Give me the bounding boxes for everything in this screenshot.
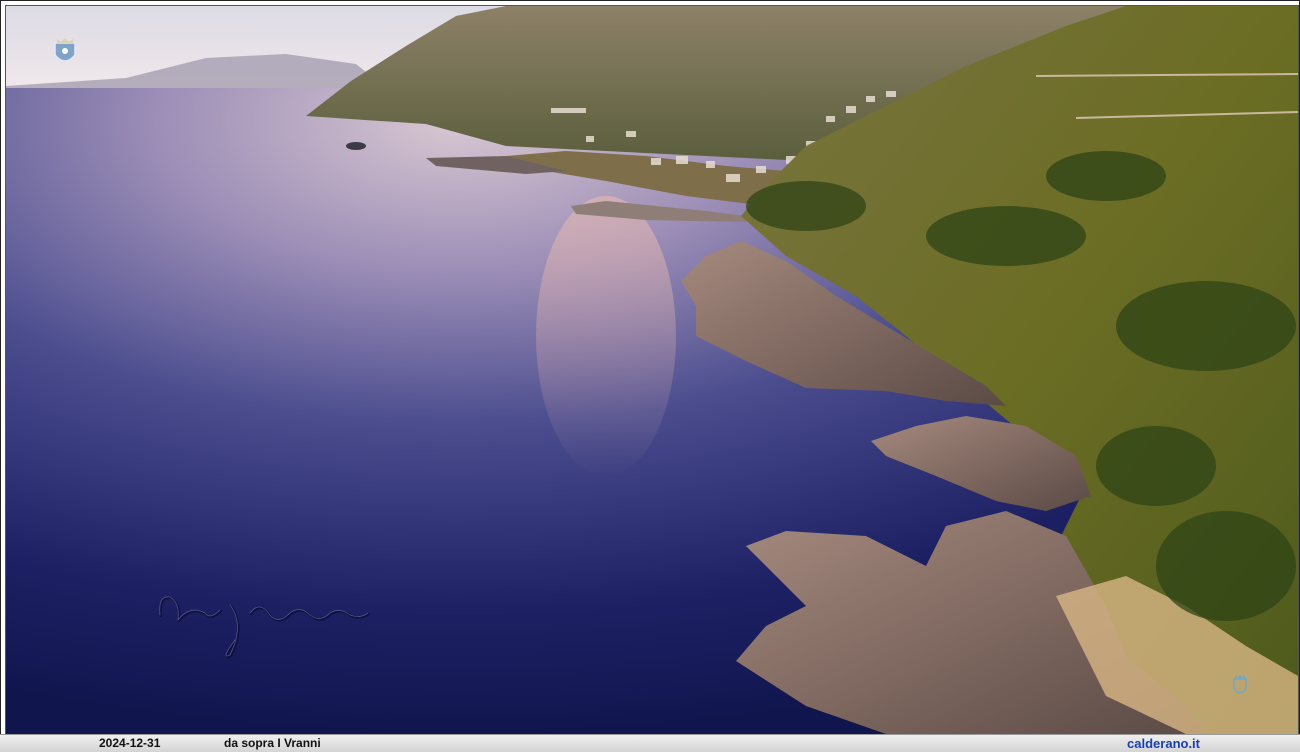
crest-emblem-icon: [54, 38, 76, 62]
signature-watermark: [159, 596, 371, 659]
site-link[interactable]: calderano.it: [1127, 736, 1200, 751]
photo-date: 2024-12-31: [99, 736, 161, 750]
caption-bar: 2024-12-31 da sopra I Vranni calderano.i…: [0, 734, 1300, 752]
photo-frame: [0, 0, 1300, 735]
crest-emblem-small-icon: [1233, 674, 1247, 694]
photo-title: da sopra I Vranni: [224, 736, 321, 750]
